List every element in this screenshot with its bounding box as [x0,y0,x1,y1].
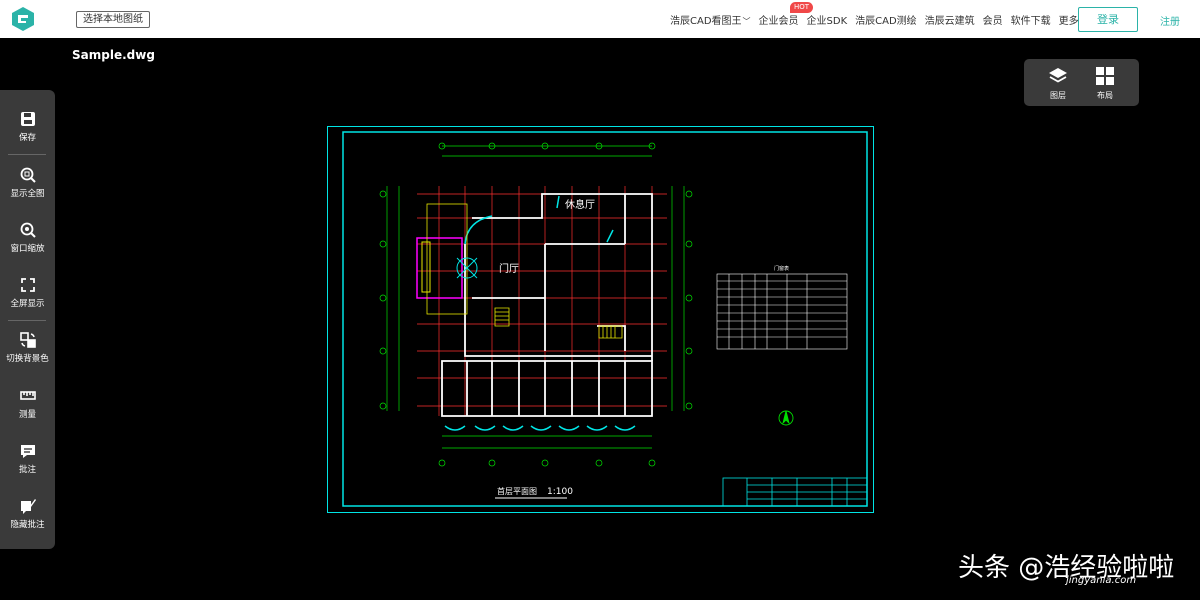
fullscreen-button[interactable]: 全屏显示 [0,276,55,326]
top-bar: 选择本地图纸 HOT 浩辰CAD看图王﹀ 企业会员 企业SDK 浩辰CAD测绘 … [0,0,1200,38]
measure-button[interactable]: 测量 [0,387,55,437]
nav-cloud-architecture[interactable]: 浩辰云建筑 [925,12,975,27]
login-button[interactable]: 登录 [1078,7,1138,32]
stairs [494,307,623,339]
nav-enterprise-sdk[interactable]: 企业SDK [807,12,848,27]
register-link[interactable]: 注册 [1160,13,1180,28]
comment-button[interactable]: 批注 [0,442,55,492]
plan-scale: 1:100 [547,487,573,497]
top-nav: 浩辰CAD看图王﹀ 企业会员 企业SDK 浩辰CAD测绘 浩辰云建筑 会员 软件… [670,12,1088,27]
room-label-hall: 门厅 [499,262,519,275]
table-title: 门窗表 [774,265,789,272]
save-icon [20,112,35,126]
zoom-all-icon [20,167,36,183]
layers-icon [1049,68,1067,83]
plan-title: 首层平面图 [497,486,537,496]
nav-cad-survey[interactable]: 浩辰CAD测绘 [855,12,917,27]
toolbar-divider [8,154,46,155]
cad-drawing-canvas[interactable]: 休息厅 门厅 首层平面图 1:100 门窗表 [327,126,874,513]
switch-background-button[interactable]: 切换背景色 [0,331,55,381]
title-block [722,477,868,507]
floor-plan-walls [441,193,653,417]
hide-comment-icon [20,499,36,514]
file-name: Sample.dwg [72,48,155,62]
zoom-window-icon [20,222,36,238]
left-toolbar: 保存 显示全图 窗口缩放 全屏显示 切换背景色 测量 批注 隐藏批注 [0,90,55,549]
axis-grid [417,186,667,416]
room-label-lounge: 休息厅 [565,198,595,211]
nav-cad-viewer[interactable]: 浩辰CAD看图王﹀ [670,12,751,27]
door-swings [444,195,636,431]
hide-comment-button[interactable]: 隐藏批注 [0,497,55,547]
switch-background-icon [19,332,36,348]
comment-icon [20,445,35,458]
zoom-all-button[interactable]: 显示全图 [0,166,55,216]
view-panel: 图层 布局 [1024,59,1139,106]
nav-enterprise-member[interactable]: 企业会员 [759,12,799,27]
ruler-icon [19,391,36,400]
layout-button[interactable]: 布局 [1085,66,1125,101]
chevron-down-icon: ﹀ [742,17,751,26]
save-button[interactable]: 保存 [0,110,55,160]
layers-button[interactable]: 图层 [1038,66,1078,101]
zoom-window-button[interactable]: 窗口缩放 [0,221,55,271]
select-local-drawing-button[interactable]: 选择本地图纸 [76,11,150,28]
balcony-rail [421,241,431,293]
fullscreen-icon [20,278,35,292]
watermark: 头条 @浩经验啦啦 jingyanla.com [958,553,1175,586]
north-arrow [778,410,794,426]
balcony-outline [416,237,463,299]
toolbar-divider [8,320,46,321]
nav-download[interactable]: 软件下载 [1011,12,1051,27]
nav-member[interactable]: 会员 [983,12,1003,27]
app-logo[interactable] [10,6,36,32]
layout-grid-icon [1096,67,1114,85]
door-window-table [716,273,848,350]
